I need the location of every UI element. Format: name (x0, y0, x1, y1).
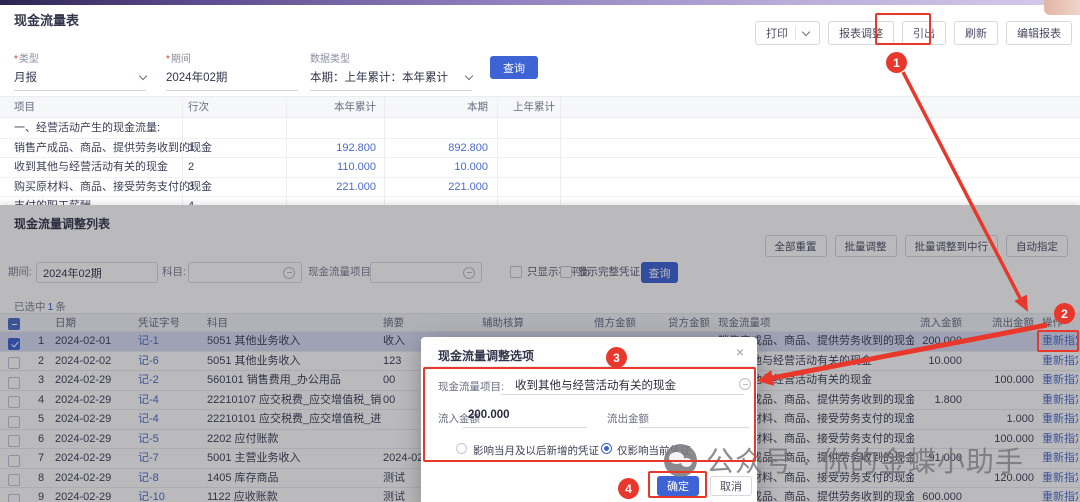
radio-affect-month[interactable] (456, 443, 467, 454)
report-table-header: 项目 行次 本年累计 本期 上年累计 (0, 96, 1080, 118)
period-select[interactable]: 2024年02期 (166, 69, 298, 91)
button-divider (795, 27, 796, 40)
export-button[interactable]: 引出 (902, 21, 946, 45)
annotation-step-1: 1 (886, 52, 907, 73)
col-current: 本期 (396, 97, 488, 118)
annotation-step-2: 2 (1054, 303, 1075, 324)
dialog-cash-item-value[interactable]: 收到其他与经营活动有关的现金 (515, 377, 676, 393)
data-type-select[interactable]: 本期：上年累计：本年累计 (310, 69, 472, 91)
chevron-down-icon (139, 71, 147, 79)
chevron-down-icon[interactable] (802, 27, 810, 35)
annotation-step-3: 3 (606, 347, 627, 368)
query-button[interactable]: 查询 (490, 56, 538, 79)
ok-button[interactable]: 确定 (657, 476, 699, 496)
input-underline (463, 427, 587, 428)
chevron-down-icon (465, 71, 473, 79)
cell-current: 10.000 (396, 158, 488, 178)
dialog-outflow-label: 流出金额 (607, 411, 649, 426)
cell-ytd: 221.000 (288, 178, 376, 198)
cell-ytd: 110.000 (288, 158, 376, 178)
dialog-divider (421, 366, 757, 367)
dialog-cash-item-label: 现金流量项目: (438, 379, 504, 394)
cell-current: 221.000 (396, 178, 488, 198)
report-table-row[interactable]: 收到其他与经营活动有关的现金 2 110.000 10.000 (0, 158, 1080, 178)
col-ytd: 本年累计 (288, 97, 376, 118)
column-divider (560, 96, 561, 205)
cell-current: 892.800 (396, 139, 488, 159)
col-line: 行次 (188, 97, 278, 118)
input-underline (639, 427, 749, 428)
dialog-inflow-value[interactable]: 200.000 (468, 409, 510, 421)
period-field: *期间 2024年02期 (166, 50, 298, 91)
cancel-button[interactable]: 取消 (710, 476, 752, 496)
required-marker: * (166, 54, 170, 65)
app-window: 现金流量表 打印 报表调整 引出 刷新 编辑报表 *类型 月报 *期间 2024… (0, 0, 1080, 502)
column-divider (497, 96, 498, 205)
radio-current-only[interactable] (601, 443, 612, 454)
cell-line: 2 (188, 158, 278, 178)
cell-ytd: 192.800 (288, 139, 376, 159)
report-adjust-button[interactable]: 报表调整 (828, 21, 894, 45)
print-label: 打印 (766, 25, 788, 41)
report-table-row[interactable]: 购买原材料、商品、接受劳务支付的现金 3 221.000 221.000 (0, 178, 1080, 198)
toolbar: 打印 报表调整 引出 刷新 编辑报表 (755, 21, 1072, 45)
input-underline (501, 394, 744, 395)
data-type-field: 数据类型 本期：上年累计：本年累计 (310, 50, 472, 91)
top-accent-bar (0, 0, 1080, 5)
column-divider (286, 96, 287, 205)
cashflow-adjust-dialog: 现金流量调整选项 × 现金流量项目: 收到其他与经营活动有关的现金 流入金额 2… (421, 337, 757, 502)
report-table-row[interactable]: 销售产成品、商品、提供劳务收到的现金 1 192.800 892.800 (0, 139, 1080, 159)
close-icon[interactable]: × (736, 344, 744, 360)
type-label: *类型 (14, 50, 146, 65)
corner-avatar (1044, 0, 1080, 15)
report-table-row[interactable]: 一、经营活动产生的现金流量: (0, 119, 1080, 139)
radio-current-only-label: 仅影响当前凭证 (617, 443, 691, 458)
annotation-step-4: 4 (618, 478, 639, 499)
cell-item: 一、经营活动产生的现金流量: (14, 119, 274, 139)
circle-minus-icon[interactable] (739, 378, 751, 390)
cell-line: 3 (188, 178, 278, 198)
required-marker: * (14, 54, 18, 65)
period-label: *期间 (166, 50, 298, 65)
dialog-title: 现金流量调整选项 (438, 347, 534, 364)
data-type-label: 数据类型 (310, 50, 472, 65)
print-button[interactable]: 打印 (755, 21, 820, 45)
edit-report-button[interactable]: 编辑报表 (1006, 21, 1072, 45)
radio-affect-month-label: 影响当月及以后新增的凭证 (473, 443, 599, 458)
type-select[interactable]: 月报 (14, 69, 146, 91)
column-divider (182, 96, 183, 205)
page-title: 现金流量表 (14, 10, 79, 29)
type-field: *类型 月报 (14, 50, 146, 91)
report-table-body: 一、经营活动产生的现金流量: 销售产成品、商品、提供劳务收到的现金 1 192.… (0, 119, 1080, 217)
col-prior: 上年累计 (500, 97, 555, 118)
cell-line: 1 (188, 139, 278, 159)
column-divider (384, 96, 385, 205)
refresh-button[interactable]: 刷新 (954, 21, 998, 45)
